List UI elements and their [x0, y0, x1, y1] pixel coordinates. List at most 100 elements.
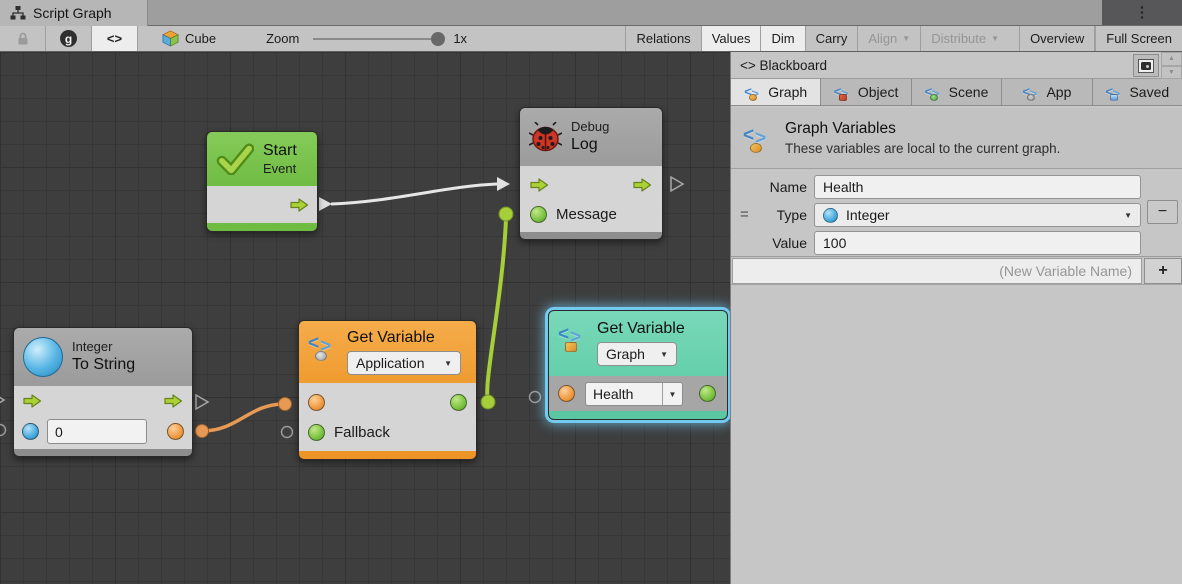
message-input-port[interactable] [530, 206, 547, 223]
chevron-down-icon: ▼ [902, 34, 910, 43]
flow-out-indicator[interactable] [196, 395, 208, 409]
flow-input-port[interactable] [530, 178, 549, 192]
node-footer [549, 411, 727, 419]
align-dropdown[interactable]: Align▼ [857, 26, 920, 51]
variable-name-input-port[interactable] [308, 394, 325, 411]
wire-endpoint [481, 395, 495, 409]
integer-input-port[interactable] [22, 423, 39, 440]
zoom-slider[interactable] [313, 38, 441, 40]
flow-input-port[interactable] [23, 394, 42, 408]
node-header: Debug Log [520, 108, 662, 166]
node-start-event[interactable]: Start Event [206, 131, 318, 232]
value-port-indicator[interactable] [282, 427, 293, 438]
values-button[interactable]: Values [701, 26, 761, 51]
wire-tostring-to-getvar[interactable] [202, 404, 284, 431]
lock-button[interactable] [0, 26, 46, 51]
flow-out-indicator[interactable] [671, 177, 683, 191]
zoom-slider-knob[interactable] [431, 32, 445, 46]
node-integer-to-string[interactable]: Integer To String 0 [13, 327, 193, 457]
node-footer [520, 232, 662, 239]
saved-variables-icon: <> [1105, 84, 1123, 100]
get-variable-icon: <> [558, 324, 588, 350]
graph-hierarchy-icon [10, 6, 26, 20]
tab-app[interactable]: <> App [1002, 79, 1092, 105]
value-port-indicator[interactable] [530, 392, 541, 403]
variable-value-input[interactable]: 100 [814, 231, 1141, 255]
wire-start-to-log[interactable] [331, 184, 497, 204]
zoom-control: Zoom 1x [266, 26, 467, 51]
port-label: Fallback [334, 424, 390, 441]
carry-button[interactable]: Carry [805, 26, 858, 51]
value-label: Value [731, 235, 807, 251]
node-debug-log[interactable]: Debug Log Message [519, 107, 663, 240]
type-label: Type [731, 207, 807, 223]
relations-button[interactable]: Relations [625, 26, 700, 51]
code-view-toggle[interactable]: <> [92, 26, 138, 51]
node-subtitle: To String [72, 355, 135, 375]
string-output-port[interactable] [167, 423, 184, 440]
blackboard-panel: <> Blackboard ▲ ▼ <> Graph <> Object <> … [730, 52, 1182, 584]
node-title: Debug [571, 119, 609, 135]
tab-graph[interactable]: <> Graph [731, 79, 821, 105]
value-port-indicator[interactable] [0, 425, 6, 436]
kebab-menu-icon[interactable]: ⋮ [1135, 5, 1150, 20]
node-get-variable-application[interactable]: <> Get Variable Application ▼ Fallback [298, 320, 477, 460]
node-title: Integer [72, 339, 135, 355]
scroll-up-button[interactable]: ▲ [1161, 52, 1182, 66]
new-variable-name-input[interactable]: (New Variable Name) [732, 258, 1142, 284]
flow-output-port[interactable] [633, 178, 652, 192]
toolbar-right-buttons: Relations Values Dim Carry Align▼ Distri… [625, 26, 1182, 51]
wire-endpoint [279, 398, 292, 411]
integer-value-input[interactable]: 0 [47, 419, 147, 444]
variable-scope-dropdown[interactable]: Application ▼ [347, 351, 461, 375]
add-variable-button[interactable]: + [1144, 258, 1182, 284]
graph-badge-icon [565, 342, 577, 352]
object-variables-icon: <> [834, 84, 852, 100]
chevron-down-icon: ▼ [991, 34, 999, 43]
graph-inspector-toggle[interactable]: g [46, 26, 92, 51]
wire-endpoint [499, 207, 513, 221]
variable-name-input-port[interactable] [558, 385, 575, 402]
flow-output-port[interactable] [164, 394, 183, 408]
graph-variables-section-header: <> Graph Variables These variables are l… [731, 108, 1182, 169]
node-header: Start Event [207, 132, 317, 186]
variable-type-dropdown[interactable]: Integer ▼ [814, 203, 1141, 227]
fullscreen-button[interactable]: Full Screen [1095, 26, 1182, 51]
wire-getvar-to-message[interactable] [487, 218, 506, 401]
name-label: Name [731, 179, 807, 195]
window-menu-area: ⋮ [1102, 0, 1182, 25]
variable-row-group: = Name Health Type Integer ▼ Value 100 − [731, 169, 1182, 257]
port-label: Message [556, 206, 617, 223]
variable-name-dropdown[interactable]: Health ▼ [585, 382, 683, 406]
graph-toolbar: g <> Cube Zoom 1x Relations Values Dim C… [0, 26, 1182, 52]
tab-saved[interactable]: <> Saved [1093, 79, 1182, 105]
remove-variable-button[interactable]: − [1147, 200, 1178, 224]
node-subtitle: Log [571, 135, 609, 155]
tab-object[interactable]: <> Object [821, 79, 911, 105]
variable-scope-dropdown[interactable]: Graph ▼ [597, 342, 677, 366]
tab-scene[interactable]: <> Scene [912, 79, 1002, 105]
tab-script-graph[interactable]: Script Graph [0, 0, 148, 26]
fallback-input-port[interactable] [308, 424, 325, 441]
flow-in-indicator[interactable] [0, 393, 4, 407]
chevron-down-icon: ▼ [660, 350, 668, 359]
blackboard-dock-button[interactable] [1133, 54, 1159, 77]
node-header: <> Get Variable Graph ▼ [549, 311, 727, 376]
distribute-dropdown[interactable]: Distribute▼ [920, 26, 1009, 51]
overview-button[interactable]: Overview [1019, 26, 1095, 51]
integer-type-icon [823, 208, 838, 223]
scroll-down-button[interactable]: ▼ [1161, 66, 1182, 80]
dim-button[interactable]: Dim [760, 26, 804, 51]
value-output-port[interactable] [699, 385, 716, 402]
flow-output-port[interactable] [290, 198, 309, 212]
graph-canvas[interactable]: Start Event [0, 52, 730, 584]
node-get-variable-graph[interactable]: <> Get Variable Graph ▼ Health ▼ [548, 310, 728, 420]
value-output-port[interactable] [450, 394, 467, 411]
new-variable-row: (New Variable Name) + [731, 257, 1182, 285]
section-title: Graph Variables [785, 120, 1060, 138]
variable-name-input[interactable]: Health [814, 175, 1141, 199]
graph-owner[interactable]: Cube [162, 26, 216, 51]
ladybug-icon [529, 122, 562, 153]
window-icon [1138, 59, 1154, 73]
graph-variables-icon: <> [744, 84, 762, 100]
